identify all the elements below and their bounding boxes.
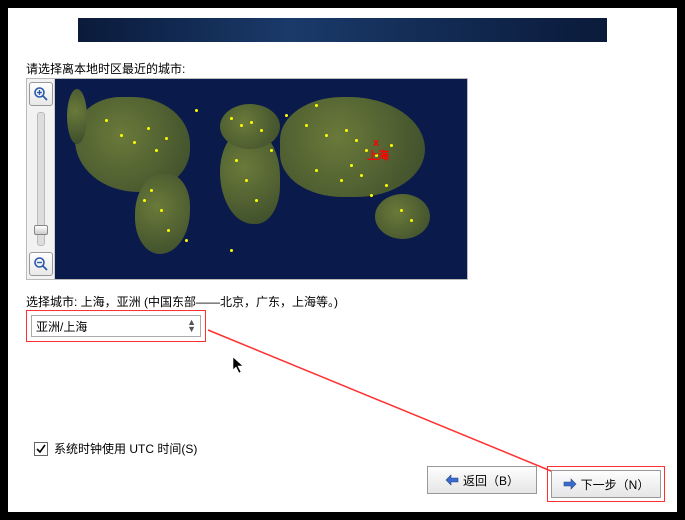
next-button-highlight: 下一步（N） <box>547 466 665 502</box>
zoom-slider-handle[interactable] <box>34 225 48 235</box>
utc-checkbox-label: 系统时钟使用 UTC 时间(S) <box>54 440 197 457</box>
zoom-slider[interactable] <box>37 112 45 246</box>
arrow-right-icon <box>563 478 577 490</box>
city-desc-value: 上海，亚洲 (中国东部——北京，广东，上海等。) <box>81 295 338 309</box>
timezone-combo-value: 亚洲/上海 <box>36 318 87 335</box>
next-button[interactable]: 下一步（N） <box>551 470 661 498</box>
zoom-out-button[interactable] <box>29 252 53 276</box>
selected-city-description: 选择城市: 上海，亚洲 (中国东部——北京，广东，上海等。) <box>26 293 338 310</box>
utc-checkbox[interactable] <box>34 442 48 456</box>
combo-stepper-icon: ▲▼ <box>187 319 196 333</box>
zoom-in-icon <box>33 86 49 102</box>
back-button[interactable]: 返回（B） <box>427 466 537 494</box>
instruction-label: 请选择离本地时区最近的城市: <box>26 60 185 77</box>
world-map[interactable]: x 上海 <box>55 79 467 279</box>
cursor-icon <box>232 356 246 374</box>
header-banner <box>78 18 607 42</box>
timezone-map[interactable]: x 上海 <box>26 78 468 280</box>
back-button-label: 返回（B） <box>463 472 519 489</box>
zoom-out-icon <box>33 256 49 272</box>
wizard-button-row: 返回（B） 下一步（N） <box>427 466 665 502</box>
zoom-controls <box>27 79 55 279</box>
selected-city-marker-label: 上海 <box>367 147 389 163</box>
city-desc-prefix: 选择城市: <box>26 295 81 309</box>
check-icon <box>36 444 46 454</box>
arrow-left-icon <box>445 474 459 486</box>
next-button-label: 下一步（N） <box>581 476 650 493</box>
zoom-in-button[interactable] <box>29 82 53 106</box>
installer-panel: 请选择离本地时区最近的城市: <box>8 8 677 512</box>
timezone-combo-highlight: 亚洲/上海 ▲▼ <box>26 310 206 342</box>
utc-checkbox-row[interactable]: 系统时钟使用 UTC 时间(S) <box>34 440 197 457</box>
timezone-combo[interactable]: 亚洲/上海 ▲▼ <box>31 315 201 337</box>
